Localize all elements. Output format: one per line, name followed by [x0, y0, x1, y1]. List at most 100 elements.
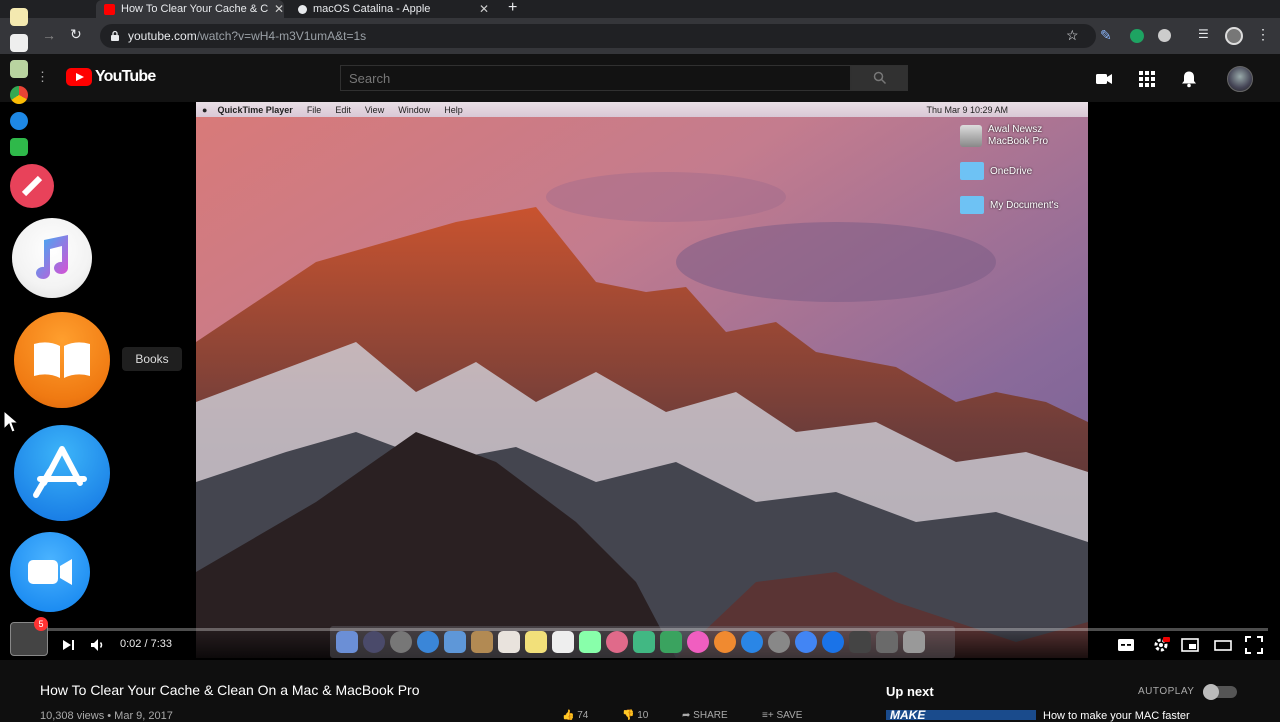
notes-icon[interactable] [525, 631, 547, 653]
trash-icon[interactable] [903, 631, 925, 653]
progress-bar[interactable] [12, 628, 1268, 631]
desktop-item-label: My Document's [990, 199, 1059, 211]
maps-icon[interactable] [579, 631, 601, 653]
miniplayer-icon[interactable] [1181, 636, 1199, 654]
downloads-icon[interactable] [876, 631, 898, 653]
itunes-icon[interactable] [687, 631, 709, 653]
desktop-disk[interactable]: Awal Newsz MacBook Pro [960, 124, 1058, 148]
preview-app-icon[interactable] [10, 60, 28, 78]
up-next-heading: Up next [886, 684, 934, 699]
toggle-knob [1203, 684, 1219, 700]
address-bar[interactable]: youtube.com/watch?v=wH4-m3V1umA&t=1s ☆ [100, 24, 1096, 48]
account-avatar[interactable] [1227, 66, 1253, 92]
app-store-icon[interactable] [741, 631, 763, 653]
mac-menu-window[interactable]: Window [398, 105, 430, 115]
reminders-icon[interactable] [552, 631, 574, 653]
mac-menu-help[interactable]: Help [444, 105, 463, 115]
grammarly-extension-icon[interactable] [1130, 29, 1144, 43]
folder-icon [960, 196, 984, 214]
zoom-app-icon[interactable] [10, 532, 90, 612]
chrome-app-icon[interactable] [10, 86, 28, 104]
quicktime-icon[interactable] [849, 631, 871, 653]
system-preferences-icon[interactable] [768, 631, 790, 653]
launchpad-icon[interactable] [390, 631, 412, 653]
profile-avatar[interactable] [1225, 27, 1243, 45]
pen-extension-icon[interactable]: ✎ [1100, 27, 1112, 44]
document-app-icon[interactable] [10, 34, 28, 52]
notifications-bell-icon[interactable] [1180, 70, 1198, 88]
mac-menu-view[interactable]: View [365, 105, 384, 115]
browser-toolbar: → ↻ youtube.com/watch?v=wH4-m3V1umA&t=1s… [0, 18, 1280, 54]
desktop-folder-onedrive[interactable]: OneDrive [960, 162, 1032, 180]
url-host: youtube.com [128, 29, 197, 43]
facetime-icon[interactable] [660, 631, 682, 653]
extension-icon[interactable] [1158, 29, 1171, 42]
like-button[interactable]: 👍 74 [562, 710, 588, 721]
close-tab-icon[interactable]: ✕ [274, 2, 284, 16]
notes-app-icon[interactable] [10, 8, 28, 26]
mac-menu-edit[interactable]: Edit [335, 105, 351, 115]
books-app-icon[interactable] [14, 312, 110, 408]
messages-icon[interactable] [633, 631, 655, 653]
video-frame[interactable]: ● QuickTime Player File Edit View Window… [196, 102, 1088, 658]
forward-icon[interactable]: → [42, 27, 56, 43]
mail-icon[interactable] [444, 631, 466, 653]
desktop-item-label: Awal Newsz MacBook Pro [988, 124, 1049, 147]
folder-icon [960, 162, 984, 180]
volume-icon[interactable] [89, 636, 107, 654]
save-button[interactable]: ≡+ SAVE [762, 710, 802, 721]
settings-gear-icon[interactable] [1152, 636, 1170, 654]
video-player[interactable]: ● QuickTime Player File Edit View Window… [0, 102, 1280, 660]
mountain-wallpaper-image [196, 102, 1088, 658]
reload-icon[interactable]: ↻ [70, 26, 82, 43]
share-button[interactable]: ➦ SHARE [682, 710, 728, 721]
finder-icon[interactable] [336, 631, 358, 653]
ibooks-icon[interactable] [714, 631, 736, 653]
apple-menu-icon[interactable]: ● [202, 105, 207, 115]
youtube-logo[interactable]: YouTube [66, 68, 156, 86]
create-video-icon[interactable] [1095, 70, 1113, 88]
app-store-app-icon[interactable] [14, 425, 110, 521]
tab-title: How To Clear Your Cache & Clean [121, 3, 268, 15]
browser-tab[interactable]: macOS Catalina - Apple ✕ [290, 0, 500, 18]
new-tab-button[interactable]: + [508, 0, 517, 17]
dislike-count: 10 [637, 710, 649, 721]
youtube-play-icon [66, 68, 92, 86]
hamburger-menu-icon[interactable]: ⋮ [36, 69, 49, 85]
bookmark-star-icon[interactable]: ☆ [1066, 27, 1079, 44]
photos-icon[interactable] [606, 631, 628, 653]
search-box[interactable] [340, 65, 851, 91]
mouse-cursor-icon [3, 410, 19, 433]
contacts-icon[interactable] [471, 631, 493, 653]
mac-app-name[interactable]: QuickTime Player [217, 105, 292, 115]
youtube-favicon-icon [104, 3, 115, 15]
news-app-icon[interactable] [10, 164, 54, 208]
mac-clock: Thu Mar 9 10:29 AM [926, 104, 1008, 115]
safari-icon[interactable] [417, 631, 439, 653]
edge-icon[interactable] [822, 631, 844, 653]
autoplay-toggle[interactable] [1203, 684, 1237, 700]
more-menu-icon[interactable]: ⋮ [1256, 26, 1270, 43]
time-display: 0:02 / 7:33 [120, 638, 172, 650]
skype-app-icon[interactable] [10, 112, 28, 130]
theater-mode-icon[interactable] [1214, 636, 1232, 654]
fullscreen-icon[interactable] [1245, 636, 1263, 654]
desktop-folder-documents[interactable]: My Document's [960, 196, 1059, 214]
close-tab-icon[interactable]: ✕ [479, 2, 489, 16]
browser-tab-active[interactable]: How To Clear Your Cache & Clean ✕ [96, 0, 284, 18]
siri-icon[interactable] [363, 631, 385, 653]
apps-grid-icon[interactable] [1138, 70, 1156, 88]
next-video-title[interactable]: How to make your MAC faster [1043, 710, 1190, 722]
search-input[interactable] [341, 66, 850, 90]
calendar-icon[interactable] [498, 631, 520, 653]
next-video-icon[interactable] [60, 636, 78, 654]
search-button[interactable] [851, 65, 908, 91]
messages-app-icon[interactable] [10, 138, 28, 156]
extension-icon[interactable]: ☰ [1198, 27, 1209, 41]
dislike-button[interactable]: 👎 10 [622, 710, 648, 721]
next-video-thumbnail[interactable]: MAKE [886, 710, 1036, 720]
chrome-icon[interactable] [795, 631, 817, 653]
mac-menu-file[interactable]: File [307, 105, 322, 115]
music-app-icon[interactable] [12, 218, 92, 298]
subtitles-icon[interactable] [1117, 636, 1135, 654]
